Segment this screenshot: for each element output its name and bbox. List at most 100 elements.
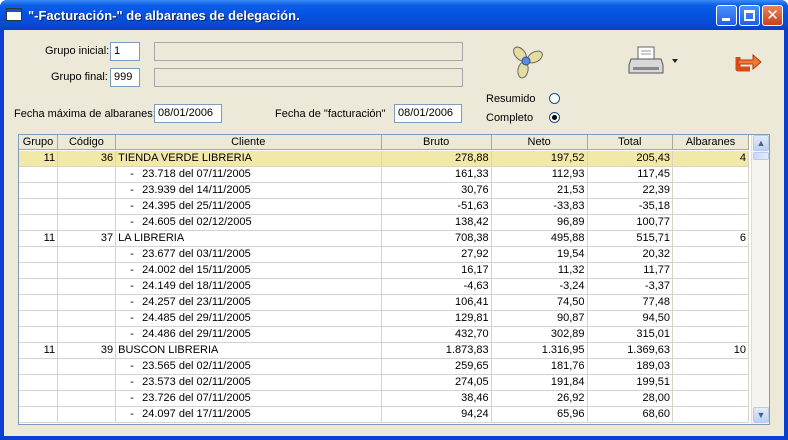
cell-bruto: 38,46 (382, 391, 492, 406)
vertical-scrollbar[interactable]: ▲ ▼ (751, 135, 769, 424)
albaran-label: 24.002 del 15/11/2005 (142, 264, 251, 276)
albaran-label: 24.097 del 17/11/2005 (142, 408, 251, 420)
cell-neto: 26,92 (492, 391, 588, 406)
header-bruto[interactable]: Bruto (382, 135, 492, 149)
cell-total: 28,00 (588, 391, 674, 406)
header-cliente[interactable]: Cliente (116, 135, 382, 149)
minimize-icon (722, 18, 730, 21)
cell-codigo (58, 215, 117, 230)
albaran-label: 24.257 del 23/11/2005 (142, 296, 251, 308)
cell-total: 315,01 (588, 327, 674, 342)
cell-codigo (58, 391, 117, 406)
cell-albaranes: 4 (673, 151, 750, 166)
cell-albaranes (673, 407, 750, 422)
cell-total: 68,60 (588, 407, 674, 422)
title-bar[interactable]: "-Facturación-" de albaranes de delegaci… (0, 0, 788, 30)
cell-codigo: 37 (58, 231, 117, 246)
printer-icon (628, 46, 678, 74)
header-albaranes[interactable]: Albaranes (673, 135, 749, 149)
cell-cliente: -23.573 del 02/11/2005 (116, 375, 382, 390)
minimize-button[interactable] (716, 5, 737, 26)
cell-codigo (58, 295, 117, 310)
albaranes-table[interactable]: Grupo Código Cliente Bruto Neto Total Al… (18, 134, 770, 425)
albaran-label: 24.485 del 29/11/2005 (142, 312, 251, 324)
cell-codigo (58, 183, 117, 198)
grupo-final-label: Grupo final: (51, 71, 108, 83)
client-row[interactable]: 11 39 BUSCON LIBRERIA 1.873,83 1.316,95 1.369… (19, 343, 750, 359)
detail-dash: - (130, 264, 134, 276)
resumido-radio[interactable] (549, 93, 560, 104)
cell-bruto: 106,41 (382, 295, 492, 310)
albaran-row[interactable]: -23.939 del 14/11/2005 30,76 21,53 22,39 (19, 183, 750, 199)
header-total[interactable]: Total (588, 135, 674, 149)
cell-cliente: -23.565 del 02/11/2005 (116, 359, 382, 374)
cell-grupo (19, 215, 59, 230)
cell-albaranes (673, 359, 750, 374)
scroll-thumb[interactable] (753, 152, 769, 160)
cell-bruto: -51,63 (382, 199, 492, 214)
detail-dash: - (130, 216, 134, 228)
completo-radio[interactable] (549, 112, 560, 123)
grupo-final-name-field (154, 68, 463, 87)
detail-dash: - (130, 280, 134, 292)
cell-codigo: 39 (58, 343, 117, 358)
maximize-button[interactable] (739, 5, 760, 26)
scroll-up-icon[interactable]: ▲ (753, 135, 769, 151)
albaran-label: 24.605 del 02/12/2005 (142, 216, 252, 228)
app-window: "-Facturación-" de albaranes de delegaci… (0, 0, 788, 440)
albaran-row[interactable]: -24.395 del 25/11/2005 -51,63 -33,83 -35,18 (19, 199, 750, 215)
fecha-max-field[interactable]: 08/01/2006 (154, 104, 222, 123)
detail-dash: - (130, 184, 134, 196)
close-icon: ✕ (766, 6, 779, 24)
cell-cliente: -23.726 del 07/11/2005 (116, 391, 382, 406)
fecha-fact-field[interactable]: 08/01/2006 (394, 104, 462, 123)
grupo-final-field[interactable]: 999 (110, 68, 140, 87)
exit-button[interactable] (728, 42, 764, 78)
print-button[interactable] (626, 42, 678, 78)
cell-cliente: -24.257 del 23/11/2005 (116, 295, 382, 310)
cell-codigo (58, 407, 117, 422)
process-button[interactable] (507, 42, 543, 79)
albaran-row[interactable]: -24.149 del 18/11/2005 -4,63 -3,24 -3,37 (19, 279, 750, 295)
albaran-row[interactable]: -23.718 del 07/11/2005 161,33 112,93 117,45 (19, 167, 750, 183)
header-grupo[interactable]: Grupo (19, 135, 58, 149)
cell-albaranes (673, 391, 750, 406)
albaran-row[interactable]: -24.257 del 23/11/2005 106,41 74,50 77,48 (19, 295, 750, 311)
cell-codigo (58, 327, 117, 342)
cell-codigo (58, 263, 117, 278)
header-neto[interactable]: Neto (492, 135, 588, 149)
detail-dash: - (130, 408, 134, 420)
detail-dash: - (130, 296, 134, 308)
close-button[interactable]: ✕ (762, 5, 783, 26)
grupo-inicial-name-field (154, 42, 463, 61)
albaran-row[interactable]: -24.605 del 02/12/2005 138,42 96,89 100,77 (19, 215, 750, 231)
albaran-row[interactable]: -23.573 del 02/11/2005 274,05 191,84 199,51 (19, 375, 750, 391)
exit-arrow-icon (735, 53, 762, 72)
client-row[interactable]: 11 37 LA LIBRERIA 708,38 495,88 515,71 6 (19, 231, 750, 247)
cell-cliente: -24.485 del 29/11/2005 (116, 311, 382, 326)
client-row[interactable]: 11 36 TIENDA VERDE LIBRERIA 278,88 197,52 205… (19, 151, 750, 167)
cell-codigo (58, 359, 117, 374)
albaran-row[interactable]: -24.097 del 17/11/2005 94,24 65,96 68,60 (19, 407, 750, 423)
header-codigo[interactable]: Código (58, 135, 116, 149)
albaran-row[interactable]: -23.677 del 03/11/2005 27,92 19,54 20,32 (19, 247, 750, 263)
albaran-row[interactable]: -24.485 del 29/11/2005 129,81 90,87 94,50 (19, 311, 750, 327)
albaran-row[interactable]: -23.726 del 07/11/2005 38,46 26,92 28,00 (19, 391, 750, 407)
cell-albaranes (673, 199, 750, 214)
cell-albaranes (673, 215, 750, 230)
cell-neto: 74,50 (492, 295, 588, 310)
detail-dash: - (130, 168, 134, 180)
cell-total: 189,03 (588, 359, 674, 374)
cell-total: -3,37 (588, 279, 674, 294)
cell-neto: 495,88 (492, 231, 588, 246)
detail-dash: - (130, 328, 134, 340)
grupo-inicial-field[interactable]: 1 (110, 42, 140, 61)
cell-cliente: -24.002 del 15/11/2005 (116, 263, 382, 278)
albaran-row[interactable]: -24.002 del 15/11/2005 16,17 11,32 11,77 (19, 263, 750, 279)
albaran-row[interactable]: -24.486 del 29/11/2005 432,70 302,89 315,01 (19, 327, 750, 343)
cell-bruto: 138,42 (382, 215, 492, 230)
cell-total: 1.369,63 (588, 343, 674, 358)
scroll-down-icon[interactable]: ▼ (753, 407, 769, 423)
fecha-fact-label: Fecha de "facturación" (275, 108, 386, 120)
albaran-row[interactable]: -23.565 del 02/11/2005 259,65 181,76 189,03 (19, 359, 750, 375)
